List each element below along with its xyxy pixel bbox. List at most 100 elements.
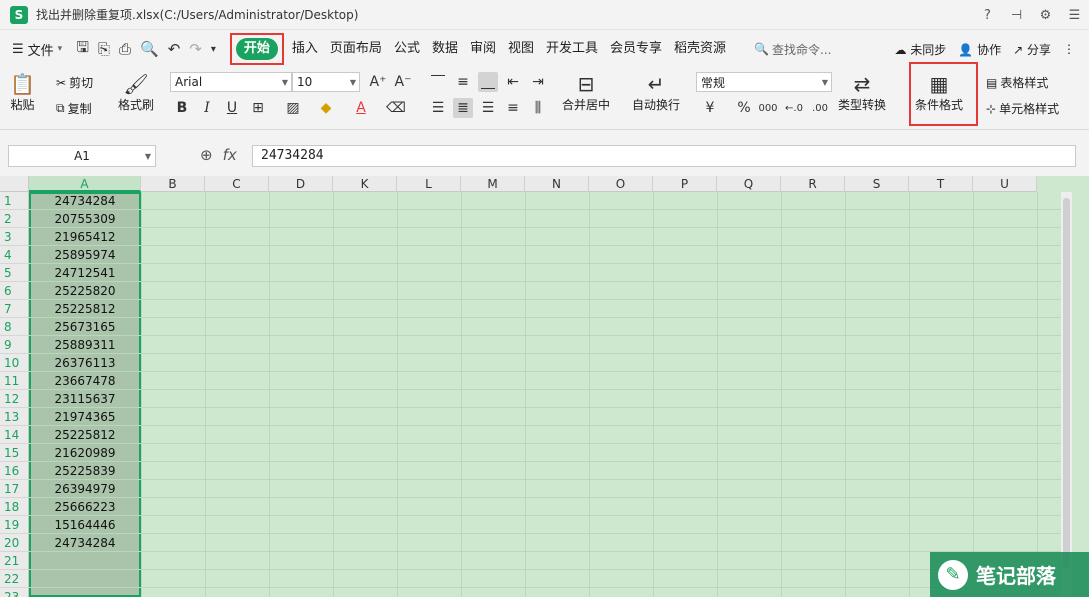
column-header-k[interactable]: K [333,176,397,192]
column-header-c[interactable]: C [205,176,269,192]
cell-a15[interactable]: 21620989 [29,444,141,462]
row-header[interactable]: 8 [0,318,29,336]
justify-icon[interactable]: ≡ [503,98,523,118]
row-header[interactable]: 2 [0,210,29,228]
wrap-text-button[interactable]: ↵ 自动换行 [632,72,680,113]
row-header[interactable]: 9 [0,336,29,354]
save-icon[interactable]: 🖫 [76,37,89,62]
cell-a14[interactable]: 25225812 [29,426,141,444]
column-header-p[interactable]: P [653,176,717,192]
cell-a1[interactable]: 24734284 [29,192,141,210]
print-icon[interactable]: ⎙ [119,40,131,58]
row-header[interactable]: 15 [0,444,29,462]
tab-page-layout[interactable]: 页面布局 [324,38,388,60]
column-header-b[interactable]: B [141,176,205,192]
format-painter-button[interactable]: 🖌 格式刷 [118,72,154,113]
export-icon[interactable]: ⎘ [98,40,110,58]
spreadsheet-grid[interactable]: A B C D K L M N O P Q R S T U 1 2 3 4 5 6 7 8 9 10 11 12 13 14 15 16 17… [0,176,1089,597]
italic-button[interactable]: I [197,98,217,118]
tab-review[interactable]: 审阅 [464,38,502,60]
decrease-decimal-icon[interactable]: .00 [810,98,830,118]
cell-a3[interactable]: 21965412 [29,228,141,246]
share-button[interactable]: ↗ 分享 [1013,41,1051,58]
cell-a7[interactable]: 25225812 [29,300,141,318]
cell-a5[interactable]: 24712541 [29,264,141,282]
select-all-corner[interactable] [0,176,29,192]
print-preview-icon[interactable]: 🔍 [140,40,159,58]
row-header[interactable]: 20 [0,534,29,552]
align-bottom-icon[interactable]: ⎽ [478,72,498,92]
font-size-select[interactable]: 10 ▼ [292,72,360,92]
fill-pattern-icon[interactable]: ▨ [283,98,303,118]
undo-icon[interactable]: ↶ [168,40,181,58]
merge-center-button[interactable]: ⊟ 合并居中 [562,72,610,113]
align-middle-icon[interactable]: ≡ [453,72,473,92]
row-header[interactable]: 10 [0,354,29,372]
align-left-icon[interactable]: ☰ [428,98,448,118]
align-center-icon[interactable]: ≣ [453,98,473,118]
row-header[interactable]: 23 [0,588,29,597]
row-header[interactable]: 17 [0,480,29,498]
tab-home[interactable]: 开始 [235,38,278,60]
pin-icon[interactable]: ⊣ [1002,0,1031,30]
tab-view[interactable]: 视图 [502,38,540,60]
column-header-d[interactable]: D [269,176,333,192]
row-header[interactable]: 5 [0,264,29,282]
font-color-icon[interactable]: A [351,98,371,118]
font-shrink-icon[interactable]: A⁻ [393,72,413,92]
row-header[interactable]: 22 [0,570,29,588]
cell-a8[interactable]: 25673165 [29,318,141,336]
cell-a17[interactable]: 26394979 [29,480,141,498]
currency-button[interactable]: ¥ [700,98,720,118]
cell-a9[interactable]: 25889311 [29,336,141,354]
type-convert-button[interactable]: ⇄ 类型转换 [838,72,886,113]
cell-a2[interactable]: 20755309 [29,210,141,228]
tab-insert[interactable]: 插入 [286,38,324,60]
cell-style-button[interactable]: ⊹ 单元格样式 [986,100,1059,117]
column-header-m[interactable]: M [461,176,525,192]
row-header[interactable]: 13 [0,408,29,426]
scrollbar-thumb[interactable] [1063,198,1070,568]
row-header[interactable]: 11 [0,372,29,390]
formula-input[interactable]: 24734284 [252,145,1076,167]
row-header[interactable]: 16 [0,462,29,480]
redo-icon[interactable]: ↷ [189,40,202,58]
cell-a19[interactable]: 15164446 [29,516,141,534]
row-header[interactable]: 12 [0,390,29,408]
column-header-o[interactable]: O [589,176,653,192]
increase-decimal-icon[interactable]: ←.0 [784,98,804,118]
collab-button[interactable]: 👤 协作 [958,41,1001,58]
zoom-icon[interactable]: ⊕ [200,146,213,164]
tab-developer[interactable]: 开发工具 [540,38,604,60]
row-header[interactable]: 6 [0,282,29,300]
help-icon[interactable]: ? [973,0,1002,30]
customize-icon[interactable]: ▾ [211,44,216,55]
row-header[interactable]: 4 [0,246,29,264]
cell-a16[interactable]: 25225839 [29,462,141,480]
border-icon[interactable]: ⊞ [248,98,268,118]
settings-icon[interactable]: ⚙ [1031,0,1060,30]
unsync-button[interactable]: ☁ 未同步 [894,41,946,58]
number-format-select[interactable]: 常规 ▼ [696,72,832,92]
cell-a18[interactable]: 25666223 [29,498,141,516]
row-header[interactable]: 18 [0,498,29,516]
cell-a13[interactable]: 21974365 [29,408,141,426]
copy-button[interactable]: ⧉ 复制 [56,100,92,117]
command-search[interactable]: 🔍 查找命令... [754,41,831,58]
column-header-s[interactable]: S [845,176,909,192]
distribute-icon[interactable]: ⫼ [528,98,548,118]
paste-button[interactable]: 📋 粘贴 [10,72,35,113]
font-grow-icon[interactable]: A⁺ [368,72,388,92]
tab-docer[interactable]: 稻壳资源 [668,38,732,60]
bold-button[interactable]: B [172,98,192,118]
column-header-l[interactable]: L [397,176,461,192]
row-header[interactable]: 1 [0,192,29,210]
column-header-r[interactable]: R [781,176,845,192]
cut-button[interactable]: ✂ 剪切 [56,74,93,91]
column-header-t[interactable]: T [909,176,973,192]
thousands-button[interactable]: 000 [758,98,778,118]
cell-a4[interactable]: 25895974 [29,246,141,264]
tab-member[interactable]: 会员专享 [604,38,668,60]
cell-a20[interactable]: 24734284 [29,534,141,552]
indent-decrease-icon[interactable]: ⇤ [503,72,523,92]
